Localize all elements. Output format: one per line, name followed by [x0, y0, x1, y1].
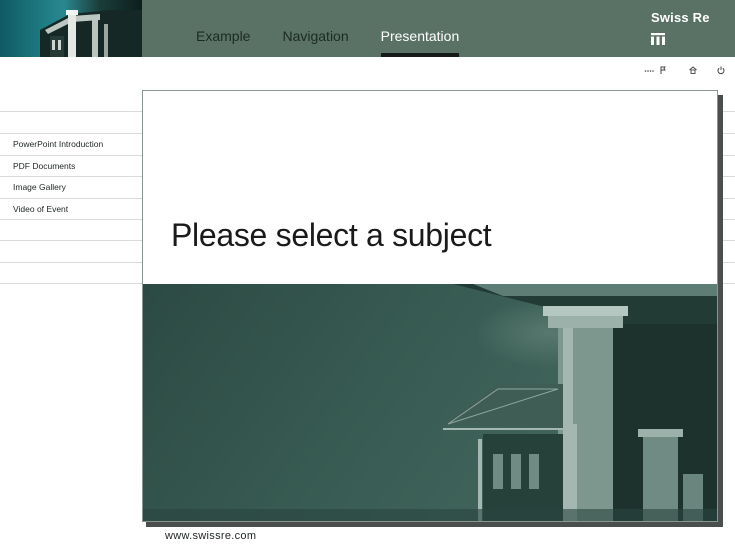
- flag-icon[interactable]: [656, 63, 670, 77]
- sidebar-item-video[interactable]: Video of Event: [0, 199, 142, 221]
- sidebar-item-gallery[interactable]: Image Gallery: [0, 177, 142, 199]
- sidebar-item-label: PowerPoint Introduction: [13, 139, 104, 149]
- sidebar-item-label: PDF Documents: [13, 160, 76, 171]
- sidebar-item-powerpoint[interactable]: PowerPoint Introduction: [0, 134, 142, 156]
- brand[interactable]: Swiss Re: [651, 10, 710, 45]
- utility-icons: [642, 63, 728, 77]
- nav-label: Example: [196, 28, 251, 44]
- nav-label: Navigation: [282, 28, 349, 44]
- nav-navigation[interactable]: Navigation: [266, 0, 364, 57]
- content-panel: Please select a subject: [142, 90, 718, 522]
- nav-label: Presentation: [380, 28, 460, 44]
- brand-name: Swiss Re: [651, 10, 710, 25]
- home-icon[interactable]: [686, 63, 700, 77]
- footer-website-link[interactable]: www.swissre.com: [165, 530, 256, 542]
- building-illustration: [143, 284, 717, 521]
- sidebar-menu: PowerPoint Introduction PDF Documents Im…: [0, 134, 142, 220]
- top-navigation: Example Navigation Presentation: [180, 0, 475, 57]
- active-nav-indicator: [380, 53, 460, 57]
- nav-example[interactable]: Example: [180, 0, 266, 57]
- sidebar-item-label: Image Gallery: [13, 182, 66, 192]
- ellipsis-icon[interactable]: [642, 63, 656, 77]
- nav-presentation[interactable]: Presentation: [365, 0, 476, 57]
- header-photo: [0, 0, 142, 57]
- swiss-re-logo-icon: [651, 33, 665, 45]
- header-bar: Example Navigation Presentation Swiss Re: [0, 0, 735, 57]
- sidebar-item-label: Video of Event: [13, 203, 69, 214]
- page-title: Please select a subject: [171, 217, 492, 253]
- sidebar-item-pdf[interactable]: PDF Documents: [0, 156, 142, 178]
- building-image: [143, 284, 717, 521]
- power-icon[interactable]: [714, 63, 728, 77]
- building-photo: [40, 10, 142, 57]
